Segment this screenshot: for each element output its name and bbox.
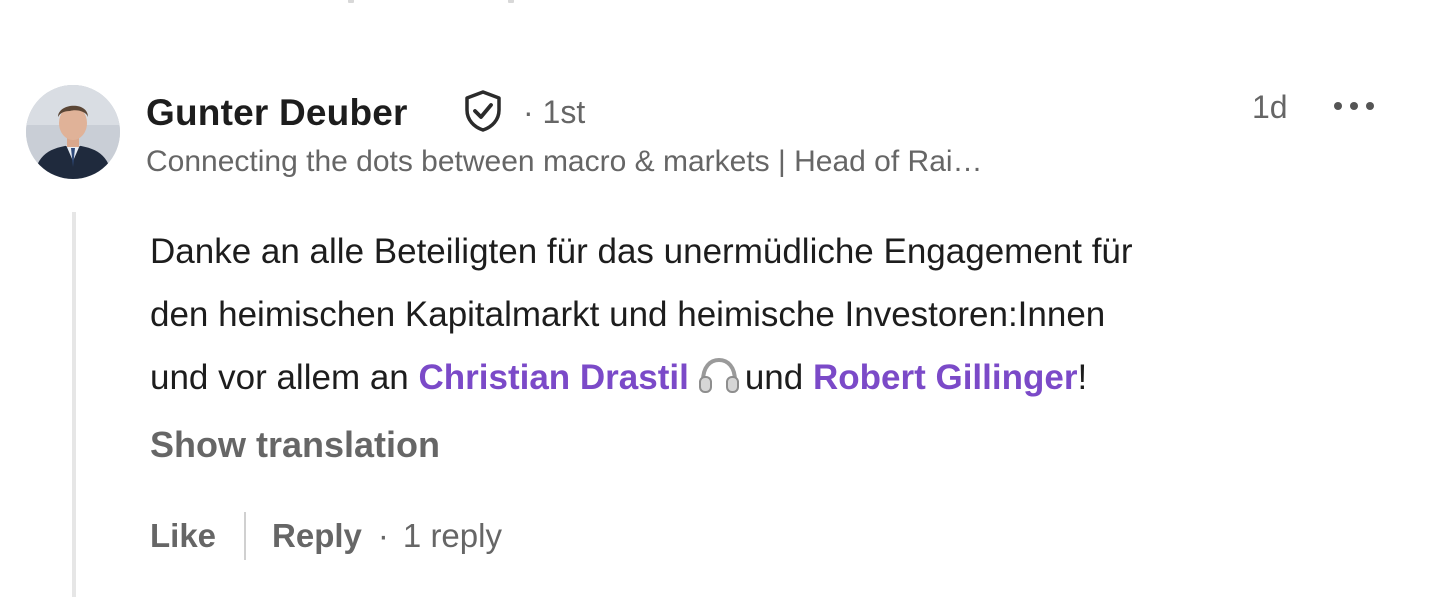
headphones-icon: [697, 352, 741, 393]
comment-text-segment: !: [1077, 358, 1088, 397]
action-divider: [244, 512, 247, 560]
comment-text: Danke an alle Beteiligten für das unermü…: [150, 220, 1410, 409]
shield-check-icon: [460, 88, 506, 134]
comment-line: Danke an alle Beteiligten für das unermü…: [150, 232, 1133, 271]
degree-value: 1st: [542, 94, 586, 130]
author-headline: Connecting the dots between macro & mark…: [146, 145, 983, 178]
mention-link-christian-drastil[interactable]: Christian Drastil: [418, 358, 688, 397]
more-options-button[interactable]: [1330, 90, 1378, 122]
like-button[interactable]: Like: [150, 517, 216, 555]
reply-button[interactable]: Reply: [272, 517, 362, 555]
author-avatar[interactable]: [26, 85, 120, 179]
thread-line: [72, 212, 76, 597]
comment-line: und vor allem an Christian Drastil und R…: [150, 346, 1410, 409]
degree-separator: ·: [523, 94, 534, 130]
reply-count-link[interactable]: 1 reply: [403, 517, 502, 555]
comment-timestamp: 1d: [1252, 89, 1288, 125]
previous-comment-remnant: [340, 0, 540, 6]
connection-degree: · 1st: [523, 94, 585, 131]
action-separator: ·: [377, 517, 389, 554]
author-name[interactable]: Gunter Deuber: [146, 92, 408, 134]
comment-actions: Like Reply · 1 reply: [150, 512, 502, 560]
comment-text-segment: und vor allem an: [150, 358, 419, 397]
comment-line: den heimischen Kapitalmarkt und heimisch…: [150, 295, 1106, 334]
comment-card: Gunter Deuber · 1st 1d Connecting the do…: [0, 0, 1440, 597]
show-translation-button[interactable]: Show translation: [150, 424, 440, 466]
mention-link-robert-gillinger[interactable]: Robert Gillinger: [813, 358, 1077, 397]
comment-text-segment: und: [744, 358, 813, 397]
